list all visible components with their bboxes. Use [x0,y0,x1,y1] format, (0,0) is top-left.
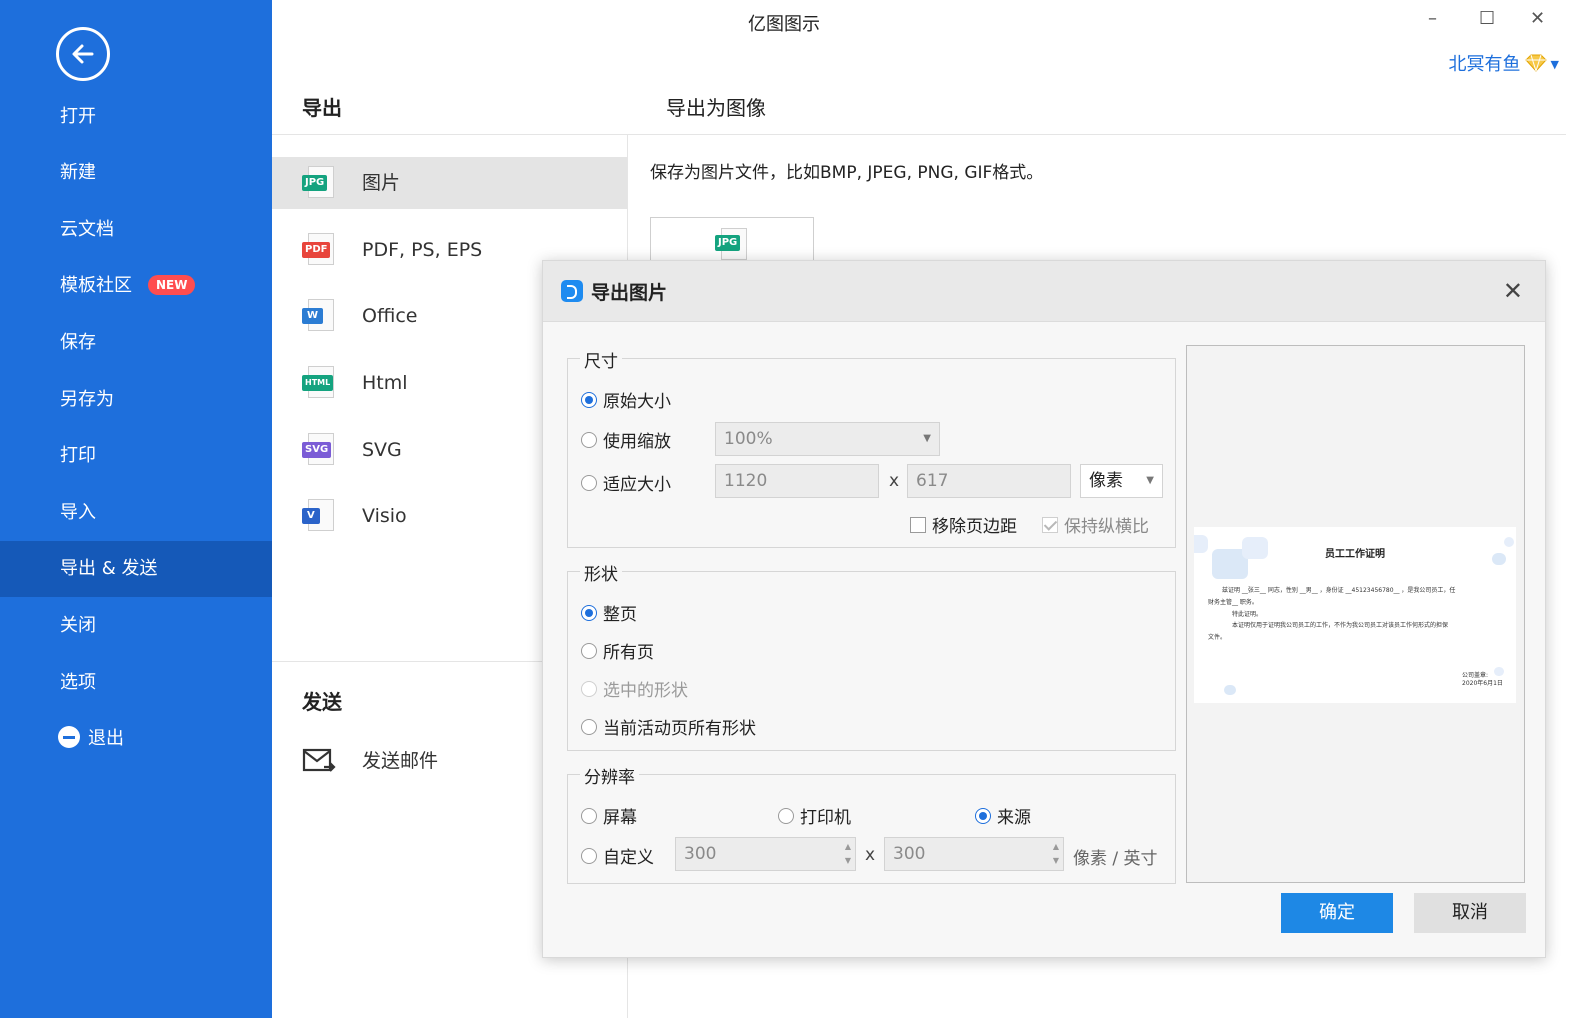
sidebar-item-close[interactable]: 关闭 [0,598,272,654]
sidebar-item-export-send[interactable]: 导出 & 发送 [0,541,272,597]
current-page-shapes-radio[interactable]: 当前活动页所有形状 [581,714,756,739]
chevron-down-icon: ▼ [1550,58,1559,71]
mail-icon [302,748,336,772]
cancel-button[interactable]: 取消 [1414,893,1526,933]
word-file-icon: W [302,299,336,333]
chevron-down-icon: ▼ [923,433,931,444]
fit-size-radio[interactable]: 适应大小 [581,470,671,495]
sidebar-item-open[interactable]: 打开 [0,89,272,145]
format-item-image[interactable]: JPG 图片 [272,157,627,209]
scale-select[interactable]: 100% ▼ [715,422,940,456]
sidebar-item-print[interactable]: 打印 [0,428,272,484]
size-group: 尺寸 原始大小 使用缩放 100% ▼ 适应大小 1120 x 617 像素 ▼ 移… [567,347,1176,548]
sidebar-item-new[interactable]: 新建 [0,145,272,201]
html-file-icon: HTML [302,366,336,400]
dpi-x-stepper[interactable]: 300 ▲ ▼ [675,837,856,871]
maximize-icon[interactable]: ☐ [1479,8,1495,29]
preview-doc-title: 员工工作证明 [1325,549,1385,560]
pdf-file-icon: PDF [302,233,336,267]
preview-document: 员工工作证明 兹证明 __张三__ 同志，性别 __男__ ，身份证 __451… [1194,527,1516,703]
vip-diamond-icon [1524,54,1547,72]
keep-ratio-checkbox[interactable]: 保持纵横比 [1042,512,1149,537]
dpi-unit: 像素 / 英寸 [1073,849,1158,869]
sidebar-item-save[interactable]: 保存 [0,315,272,371]
divider [272,134,1566,135]
export-heading: 导出 [302,96,342,120]
send-email-item[interactable]: 发送邮件 [272,735,542,787]
divider [272,661,542,662]
export-image-dialog: 导出图片 ✕ 尺寸 原始大小 使用缩放 100% ▼ 适应大小 1120 x 61… [542,260,1546,958]
sidebar-item-cloud-docs[interactable]: 云文档 [0,202,272,258]
dpi-y-stepper[interactable]: 300 ▲ ▼ [884,837,1064,871]
selected-shapes-radio[interactable]: 选中的形状 [581,676,688,701]
app-logo-icon [561,280,583,302]
sidebar: 打开 新建 云文档 模板社区 NEW 保存 另存为 打印 导入 导出 & 发送 关… [0,0,272,1018]
unit-select[interactable]: 像素 ▼ [1080,464,1163,498]
shape-group: 形状 整页 所有页 选中的形状 当前活动页所有形状 [567,560,1176,751]
spin-arrows-icon: ▲ ▼ [1052,842,1059,865]
visio-file-icon: V [302,499,336,533]
minimize-icon[interactable]: – [1428,8,1437,29]
exit-minus-icon [58,726,80,748]
sidebar-item-exit[interactable]: 退出 [0,711,272,767]
width-input[interactable]: 1120 [715,464,879,498]
sidebar-item-save-as[interactable]: 另存为 [0,372,272,428]
image-preview: 员工工作证明 兹证明 __张三__ 同志，性别 __男__ ，身份证 __451… [1186,345,1525,883]
sidebar-item-template-community[interactable]: 模板社区 NEW [0,258,272,314]
jpg-file-icon: JPG [715,235,741,251]
spin-arrows-icon: ▲ ▼ [844,842,851,865]
svg-file-icon: SVG [302,433,336,467]
all-pages-radio[interactable]: 所有页 [581,638,654,663]
window-close-icon[interactable]: ✕ [1530,8,1545,29]
dialog-title: 导出图片 [591,282,668,304]
app-title: 亿图图示 [748,14,820,35]
sidebar-item-import[interactable]: 导入 [0,485,272,541]
remove-margin-checkbox[interactable]: 移除页边距 [910,512,1017,537]
custom-radio[interactable]: 自定义 [581,843,654,868]
dialog-header: 导出图片 ✕ [543,261,1545,322]
jpg-file-icon: JPG [302,166,336,200]
use-scale-radio[interactable]: 使用缩放 [581,427,671,452]
whole-page-radio[interactable]: 整页 [581,600,637,625]
user-name: 北冥有鱼 [1448,54,1521,75]
screen-radio[interactable]: 屏幕 [581,803,637,828]
back-arrow-icon[interactable] [56,27,110,81]
height-input[interactable]: 617 [907,464,1071,498]
resolution-group: 分辨率 屏幕 打印机 来源 自定义 300 ▲ ▼ x 300 ▲ ▼ 像素 / 英寸 [567,763,1176,884]
new-badge: NEW [148,275,196,295]
chevron-down-icon: ▼ [1146,475,1154,486]
send-heading: 发送 [302,690,342,714]
printer-radio[interactable]: 打印机 [778,803,851,828]
user-menu[interactable]: 北冥有鱼 ▼ [1449,50,1559,76]
export-description: 保存为图片文件，比如BMP, JPEG, PNG, GIF格式。 [650,163,1044,183]
right-heading: 导出为图像 [666,96,766,120]
dialog-close-icon[interactable]: ✕ [1503,277,1523,305]
source-radio[interactable]: 来源 [975,803,1031,828]
ok-button[interactable]: 确定 [1281,893,1393,933]
sidebar-item-options[interactable]: 选项 [0,655,272,711]
original-size-radio[interactable]: 原始大小 [581,387,671,412]
